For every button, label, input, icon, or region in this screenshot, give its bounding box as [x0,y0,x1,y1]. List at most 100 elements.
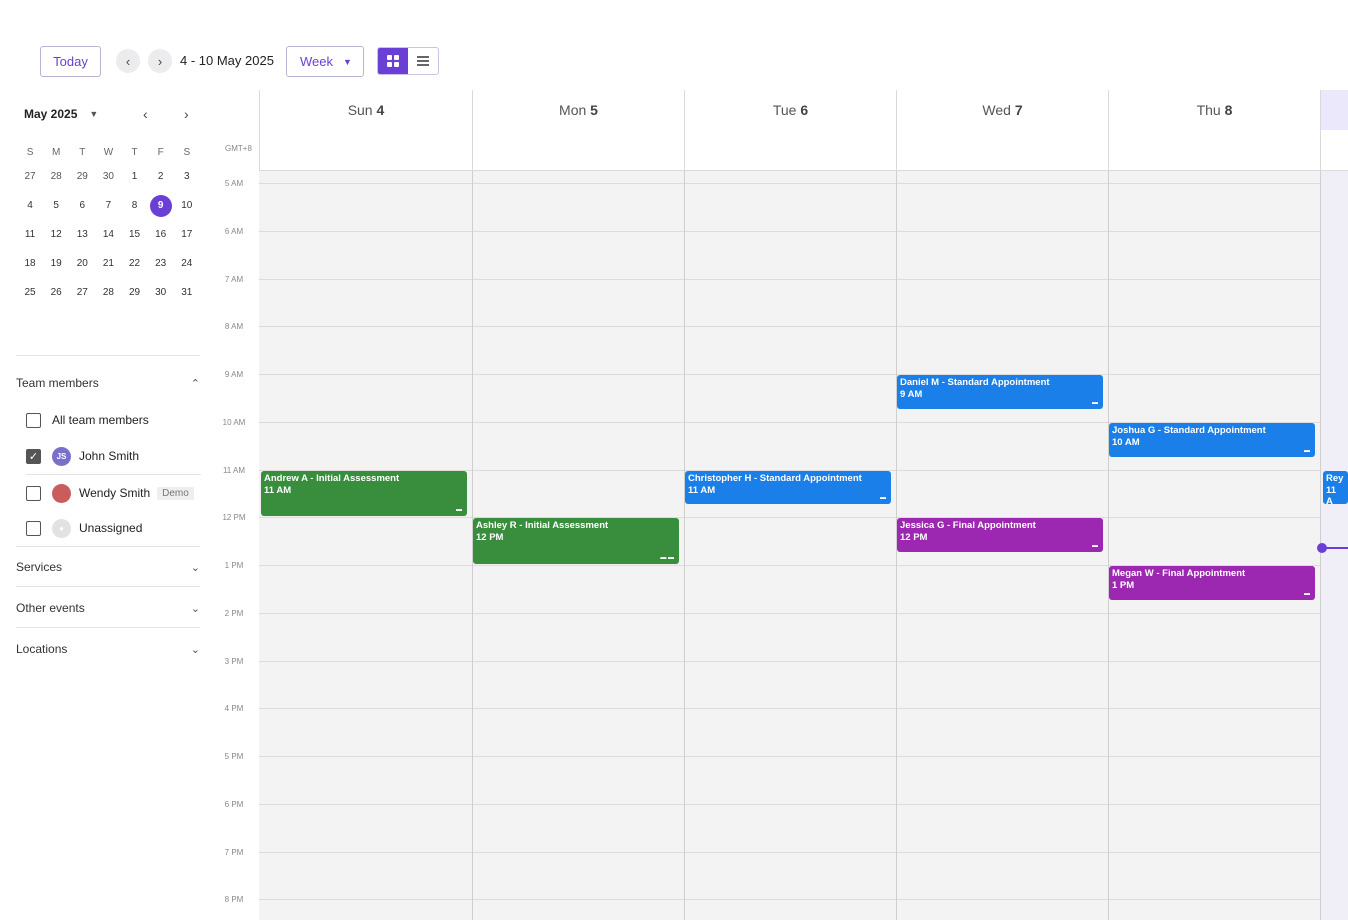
other-events-heading: Other events [16,601,85,615]
checkbox-checked[interactable]: ✓ [26,448,41,464]
mini-calendar-day[interactable]: 27 [17,171,43,182]
timezone-label: GMT+8 [225,144,252,153]
team-members-section-toggle[interactable]: Team members ⌃ [16,376,200,390]
mini-calendar-day[interactable]: 21 [95,258,121,269]
mini-calendar-day[interactable]: 23 [148,258,174,269]
mini-calendar-day[interactable]: 14 [95,229,121,240]
mini-calendar-day[interactable]: 2 [148,171,174,182]
view-toggle [377,47,439,75]
appointment-event[interactable]: Andrew A - Initial Assessment 11 AM ▬ [261,470,467,517]
day-header[interactable]: Tue 6 [684,90,896,170]
divider [16,355,200,356]
grid-view-button[interactable] [378,48,408,74]
next-week-button[interactable]: › [148,49,172,73]
appointment-event[interactable]: Joshua G - Standard Appointment 10 AM ▬ [1109,422,1315,457]
mini-calendar-day[interactable]: 7 [95,200,121,211]
hour-label: 6 AM [224,226,244,236]
mini-calendar-day[interactable]: 6 [69,200,95,211]
other-events-section-toggle[interactable]: Other events ⌄ [16,601,200,615]
hour-line [259,708,1348,710]
event-time: 11 AM [264,484,292,496]
divider [26,474,201,475]
mini-next-month-button[interactable]: › [184,106,189,122]
mini-calendar-day[interactable]: 29 [122,287,148,298]
mini-calendar-day[interactable]: 18 [17,258,43,269]
day-header[interactable]: Mon 5 [472,90,684,170]
hour-line [259,899,1348,901]
event-title: Daniel M - Standard Appointment [900,377,1050,388]
mini-calendar-day[interactable]: 29 [69,171,95,182]
event-title: Joshua G - Standard Appointment [1112,424,1266,436]
day-header-label: Mon 5 [559,102,598,118]
sidebar: May 2025 ▼ ‹ › S M T W T F S 27 28 29 30 1 2 3… [0,90,215,920]
appointment-event[interactable]: Daniel M - Standard Appointment 9 AM ▬ [897,375,1103,409]
mini-calendar-day[interactable]: 4 [17,200,43,211]
hour-label: 12 PM [222,513,246,523]
event-title: Rey [1326,472,1344,484]
hour-line [259,326,1348,328]
note-icon: ▬ [1092,543,1098,550]
member-wendy-smith[interactable]: Wendy Smith Demo [26,481,201,505]
checkbox-unchecked[interactable] [26,485,41,501]
day-header[interactable]: Thu 8 [1108,90,1320,170]
mini-calendar-day[interactable]: 27 [69,287,95,298]
checkbox-unchecked[interactable] [26,412,41,428]
appointment-event[interactable]: Jessica G - Final Appointment 12 PM ▬ [897,518,1103,553]
appointment-event[interactable]: Ashley R - Initial Assessment 12 PM ▬ ▬ [473,518,679,564]
mini-calendar-day[interactable]: 16 [148,229,174,240]
mini-calendar-day[interactable]: 22 [122,258,148,269]
hour-line [259,278,1348,280]
locations-section-toggle[interactable]: Locations ⌄ [16,642,200,656]
list-view-button[interactable] [408,48,438,74]
day-header-label: Thu 8 [1196,102,1233,118]
appointment-event[interactable]: Christopher H - Standard Appointment 11 A… [685,470,891,505]
mini-calendar-day[interactable]: 28 [95,287,121,298]
mini-calendar-day[interactable]: 5 [43,200,69,211]
appointment-event[interactable]: Megan W - Final Appointment 1 PM ▬ [1109,566,1315,600]
demo-badge: Demo [157,486,194,500]
dow-label: S [26,146,34,158]
checkbox-unchecked[interactable] [26,520,41,536]
mini-calendar-day[interactable]: 28 [43,171,69,182]
hour-label: 4 PM [224,704,244,714]
mini-calendar-day[interactable]: 20 [69,258,95,269]
all-team-members-checkbox[interactable]: All team members [26,408,201,432]
mini-calendar-day[interactable]: 12 [43,229,69,240]
prev-week-button[interactable]: ‹ [116,49,140,73]
day-header-saturday[interactable] [1320,90,1348,170]
mini-calendar-day[interactable]: 9 [148,194,174,217]
mini-calendar-day[interactable]: 17 [174,229,200,240]
day-header[interactable]: Wed 7 [896,90,1108,170]
mini-calendar-day[interactable]: 1 [122,171,148,182]
mini-calendar-day[interactable]: 25 [17,287,43,298]
note-icon: ▬ [1304,447,1310,454]
note-icon: ▬ [1304,590,1310,597]
member-unassigned[interactable]: ● Unassigned [26,516,201,540]
today-button[interactable]: Today [40,46,101,77]
note-icon: ▬ [456,507,462,514]
appointment-event[interactable]: Rey 11 A [1323,470,1348,505]
mini-calendar-day[interactable]: 24 [174,258,200,269]
member-john-smith[interactable]: ✓ JS John Smith [26,444,201,468]
mini-calendar-month-select[interactable]: May 2025 ▼ [24,107,98,121]
mini-calendar-month-label: May 2025 [24,107,78,121]
mini-calendar-day[interactable]: 31 [174,287,200,298]
mini-calendar-day[interactable]: 19 [43,258,69,269]
mini-calendar-day[interactable]: 10 [174,200,200,211]
mini-calendar-day[interactable]: 30 [95,171,121,182]
divider [16,546,200,547]
hour-label: 7 PM [224,847,244,857]
services-section-toggle[interactable]: Services ⌄ [16,560,200,574]
mini-prev-month-button[interactable]: ‹ [143,106,148,122]
mini-calendar-day[interactable]: 15 [122,229,148,240]
mini-calendar-day[interactable]: 11 [17,229,43,240]
list-icon [417,56,429,66]
day-header[interactable]: Sun 4 [259,90,472,170]
mini-calendar-day[interactable]: 13 [69,229,95,240]
mini-calendar-day[interactable]: 8 [122,200,148,211]
mini-calendar-day[interactable]: 3 [174,171,200,182]
view-select[interactable]: Week ▼ [286,46,364,77]
mini-calendar-day[interactable]: 26 [43,287,69,298]
time-grid[interactable] [259,171,1348,920]
mini-calendar-day[interactable]: 30 [148,287,174,298]
